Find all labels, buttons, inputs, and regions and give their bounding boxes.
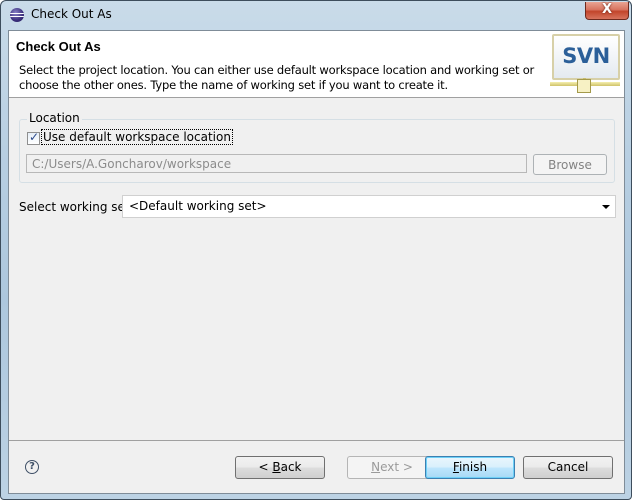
working-set-value: <Default working set>	[129, 199, 267, 213]
dialog-client-area: Check Out As Select the project location…	[8, 30, 625, 494]
location-group-label: Location	[27, 111, 82, 125]
title-bar[interactable]: Check Out As X	[1, 1, 631, 29]
back-button[interactable]: < Back	[235, 456, 325, 479]
browse-button[interactable]: Browse	[533, 154, 607, 175]
use-default-location-checkbox[interactable]: ✓	[27, 130, 40, 145]
dropdown-arrow-icon[interactable]	[602, 205, 610, 209]
working-set-label: Select working set:	[19, 200, 134, 214]
cancel-button[interactable]: Cancel	[523, 456, 613, 479]
location-path-input[interactable]: C:/Users/A.Goncharov/workspace	[26, 154, 527, 173]
svn-logo-text: SVN	[552, 34, 620, 80]
working-set-select[interactable]: <Default working set>	[122, 195, 616, 218]
back-rest: ack	[280, 460, 302, 474]
next-button[interactable]: Next >	[347, 456, 437, 479]
finish-button[interactable]: Finish	[425, 456, 515, 479]
dialog-window: Check Out As X Check Out As Select the p…	[0, 0, 632, 500]
help-icon[interactable]: ?	[25, 460, 39, 474]
footer-separator	[9, 440, 624, 441]
svn-logo-node	[577, 79, 591, 93]
next-rest: ext >	[380, 460, 413, 474]
wizard-title: Check Out As	[16, 39, 101, 54]
eclipse-app-icon	[10, 8, 24, 22]
window-title: Check Out As	[31, 7, 112, 21]
back-mnemonic: B	[272, 460, 281, 474]
svn-logo-icon: SVN	[550, 34, 620, 94]
wizard-banner: Check Out As Select the project location…	[9, 31, 624, 98]
finish-rest: inish	[458, 460, 488, 474]
checkmark-icon: ✓	[29, 130, 40, 144]
next-mnemonic: N	[371, 460, 381, 474]
use-default-location-label[interactable]: Use default workspace location	[41, 129, 233, 145]
close-button[interactable]: X	[585, 2, 629, 20]
back-prefix: <	[258, 460, 273, 474]
wizard-description: Select the project location. You can eit…	[19, 63, 535, 92]
